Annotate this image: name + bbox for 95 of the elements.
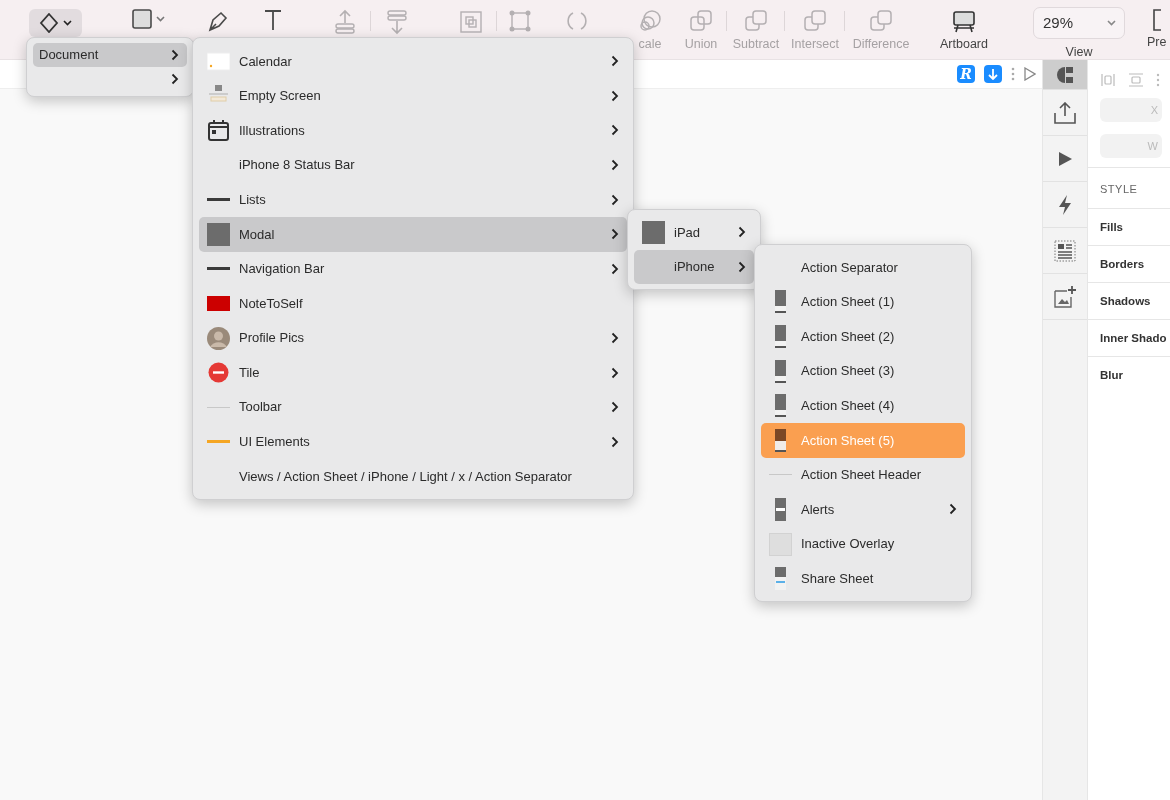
menu-item[interactable]: Document xyxy=(33,43,187,67)
layout-icon xyxy=(1054,239,1076,262)
diamond-icon xyxy=(38,13,59,33)
menu-item[interactable]: Action Separator xyxy=(761,250,965,285)
chevron-icon xyxy=(171,49,179,61)
play-icon xyxy=(1057,150,1073,167)
menu-item[interactable]: Action Sheet Header xyxy=(761,457,965,493)
text-icon xyxy=(263,9,283,31)
menu-item[interactable]: UI Elements xyxy=(199,424,627,460)
chevron-icon xyxy=(611,435,619,448)
style-section-label[interactable]: Blur xyxy=(1088,355,1170,393)
style-section-label[interactable]: Inner Shado xyxy=(1088,318,1170,356)
line-icon xyxy=(207,440,230,444)
square-thumbnail-icon xyxy=(207,222,230,246)
square-icon xyxy=(131,9,152,29)
menu-item[interactable]: Action Sheet (1) xyxy=(761,284,965,320)
chevron-icon xyxy=(611,89,619,102)
distribute-vertical-icon xyxy=(1128,72,1144,88)
menu-item[interactable]: Share Sheet xyxy=(761,561,965,596)
avatar-placeholder xyxy=(207,326,230,350)
menu-item[interactable]: Profile Pics xyxy=(199,320,627,356)
overlay-thumbnail-icon xyxy=(769,532,792,556)
group-icon xyxy=(458,9,484,35)
menu-item[interactable]: Empty Screen xyxy=(199,78,627,114)
union-icon xyxy=(689,9,713,33)
menu-item[interactable]: Calendar xyxy=(199,44,627,79)
chevron-icon xyxy=(949,503,957,516)
more-icon xyxy=(1156,72,1160,88)
bolt-icon xyxy=(1058,194,1072,215)
line-icon xyxy=(207,198,230,202)
menu-item[interactable]: NoteToSelf xyxy=(199,286,627,321)
chevron-icon xyxy=(611,55,619,68)
caret-icon xyxy=(1107,20,1116,26)
chevron-icon xyxy=(611,262,619,275)
line-icon xyxy=(769,474,792,476)
style-section-label[interactable]: Fills xyxy=(1088,207,1170,245)
chevron-icon xyxy=(611,159,619,172)
difference-icon xyxy=(869,9,893,33)
send-backward-icon xyxy=(384,9,410,35)
menu-item[interactable]: Action Sheet (3) xyxy=(761,353,965,389)
menu-item[interactable]: Navigation Bar xyxy=(199,251,627,287)
menu-item[interactable]: Lists xyxy=(199,182,627,217)
menu-item[interactable]: Action Sheet (4) xyxy=(761,388,965,423)
caret-icon xyxy=(62,20,72,26)
caret-icon xyxy=(155,16,165,22)
sidebar-tab[interactable] xyxy=(1043,60,1087,90)
artboard-tool-button[interactable]: Artboard xyxy=(938,0,990,51)
menu-item[interactable]: iPhone 8 Status Bar xyxy=(199,147,627,183)
preview-icon xyxy=(1151,9,1162,31)
chevron-icon xyxy=(611,124,619,137)
chevron-icon xyxy=(171,73,179,85)
zoom-dropdown[interactable]: 29% xyxy=(1033,7,1125,39)
menu-item[interactable]: iPhone xyxy=(634,249,754,285)
chevron-icon xyxy=(611,401,619,414)
menu-item[interactable]: Views / Action Sheet / iPhone / Light / x / Action Separator xyxy=(199,459,627,494)
line-icon xyxy=(207,267,230,271)
calendar-icon xyxy=(207,119,230,142)
menu-item[interactable]: Action Sheet (2) xyxy=(761,319,965,354)
pen-icon xyxy=(206,9,230,33)
section-heading: STYLE xyxy=(1088,167,1170,208)
insert-tool-button[interactable] xyxy=(28,9,82,37)
preview-tool-button[interactable]: Pre xyxy=(1145,0,1169,49)
more-icon xyxy=(1011,67,1015,81)
image-add-icon xyxy=(1053,284,1077,309)
intersect-icon xyxy=(803,9,827,33)
distribute-horizontal-icon xyxy=(1100,72,1116,88)
chevron-icon xyxy=(611,332,619,345)
chevron-icon xyxy=(738,260,746,273)
scale-icon xyxy=(638,9,662,33)
rotate-icon xyxy=(565,9,589,33)
menu-item[interactable]: Inactive Overlay xyxy=(761,526,965,562)
chevron-icon xyxy=(611,366,619,379)
easel-icon xyxy=(951,9,977,33)
download-button[interactable] xyxy=(984,65,1002,83)
menu-item[interactable]: Tile xyxy=(199,355,627,390)
square-thumbnail-icon xyxy=(642,220,665,244)
style-section-label[interactable]: Borders xyxy=(1088,244,1170,282)
menu-item[interactable]: Toolbar xyxy=(199,389,627,425)
no-entry-icon xyxy=(207,361,230,385)
share-icon xyxy=(1053,101,1077,124)
zoom-label: View xyxy=(1065,44,1093,61)
menu-item[interactable]: Alerts xyxy=(761,492,965,527)
style-section-label[interactable]: Shadows xyxy=(1088,281,1170,319)
subtract-icon xyxy=(744,9,768,33)
chevron-icon xyxy=(611,228,619,241)
chevron-icon xyxy=(738,226,746,239)
menu-item[interactable]: Illustrations xyxy=(199,113,627,148)
menu-item[interactable]: Modal xyxy=(199,216,627,252)
line-icon xyxy=(207,406,230,408)
component-icon xyxy=(1055,64,1075,85)
menu-item[interactable]: iPad xyxy=(634,215,754,250)
bring-forward-icon xyxy=(332,9,358,35)
download-icon xyxy=(988,68,998,80)
play-outline-icon xyxy=(1024,67,1036,81)
chevron-icon xyxy=(611,193,619,206)
